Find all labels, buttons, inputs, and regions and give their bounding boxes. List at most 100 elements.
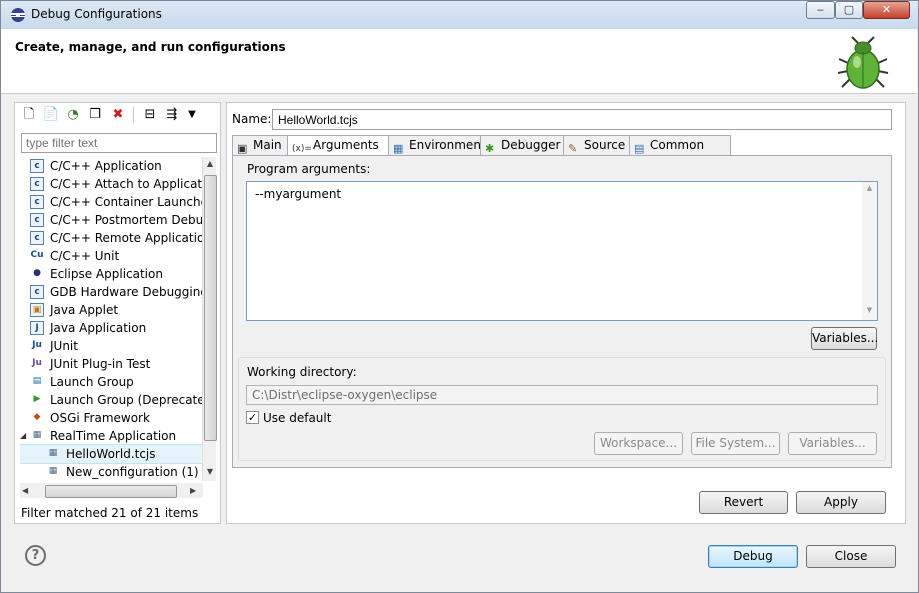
realtime-icon: ▦ — [32, 430, 42, 440]
config-icon: ▦ — [48, 448, 58, 458]
eclipse-icon — [11, 8, 25, 22]
tree-item[interactable]: ▶ Launch Group (Deprecated) — [20, 391, 203, 409]
scroll-down-icon[interactable]: ▼ — [204, 465, 216, 479]
variables-button-2[interactable]: Variables... — [788, 432, 877, 455]
c-icon: c — [30, 177, 44, 191]
tab-arguments-label: Arguments — [313, 138, 379, 152]
tree-item[interactable]: Cu C/C++ Unit — [20, 247, 203, 265]
duplicate-config-icon[interactable]: ❐ — [86, 106, 104, 124]
expand-arrow-icon[interactable]: ◢ — [20, 427, 26, 445]
applet-icon: ▣ — [30, 303, 44, 317]
tree-item-label: C/C++ Unit — [50, 249, 120, 263]
tree-item[interactable]: ▣ Java Applet — [20, 301, 203, 319]
tree-item-label: Eclipse Application — [50, 267, 163, 281]
c-icon: c — [30, 213, 44, 227]
new-config-icon[interactable]: 🗋 — [20, 106, 38, 124]
tree-item-label: OSGi Framework — [50, 411, 150, 425]
close-button[interactable]: Close — [806, 545, 896, 568]
window-title: Debug Configurations — [31, 7, 162, 21]
tree-hscroll-thumb[interactable] — [45, 485, 177, 498]
working-directory-label: Working directory: — [247, 365, 357, 379]
launch-deprecated-icon: ▶ — [33, 394, 41, 404]
toolbar-separator — [133, 107, 134, 123]
scroll-right-icon[interactable]: ▶ — [190, 483, 202, 498]
arguments-scrollbar[interactable]: ▲ ▼ — [862, 182, 877, 320]
help-icon[interactable]: ? — [25, 545, 46, 566]
new-prototype-icon[interactable]: 📄 — [42, 106, 60, 124]
maximize-button[interactable]: ▢ — [835, 1, 863, 19]
tree-child-item[interactable]: ▦ HelloWorld.tcjs — [20, 444, 203, 464]
program-arguments-textarea[interactable]: --myargument — [246, 181, 878, 321]
tree-item-label: Launch Group — [50, 375, 134, 389]
file-system-button[interactable]: File System... — [691, 432, 780, 455]
debug-button[interactable]: Debug — [708, 545, 798, 568]
tab-main-label: Main — [253, 138, 282, 152]
tree-item[interactable]: ● Eclipse Application — [20, 265, 203, 283]
args-scroll-down-icon[interactable]: ▼ — [862, 306, 877, 314]
filter-input[interactable] — [21, 133, 217, 153]
junit-icon: Ju — [32, 340, 42, 350]
workspace-button[interactable]: Workspace... — [594, 432, 683, 455]
tree-item-label: JUnit — [50, 339, 78, 353]
revert-button[interactable]: Revert — [699, 491, 788, 514]
tree-scroll-thumb[interactable] — [204, 175, 217, 441]
tree-vertical-scrollbar[interactable]: ▲ ▼ — [202, 157, 217, 481]
filter-configs-icon[interactable]: ⇶ — [163, 106, 181, 124]
tree-item-label: C/C++ Container Launcher — [50, 195, 203, 209]
tree-item-label: Launch Group (Deprecated) — [50, 393, 203, 407]
apply-button[interactable]: Apply — [796, 491, 886, 514]
minimize-button[interactable]: ‒ — [806, 1, 835, 19]
tree-child-item[interactable]: ▦ New_configuration (1) — [20, 463, 203, 481]
launch-group-icon: ▤ — [32, 376, 42, 386]
tree-item-label: HelloWorld.tcjs — [66, 447, 156, 461]
osgi-icon: ◆ — [33, 412, 41, 422]
bug-icon — [837, 36, 889, 89]
working-directory-input[interactable]: C:\Distr\eclipse-oxygen\eclipse — [246, 385, 878, 405]
tree-item[interactable]: Ju JUnit — [20, 337, 203, 355]
scroll-up-icon[interactable]: ▲ — [204, 157, 216, 171]
tree-item[interactable]: c C/C++ Postmortem Debugger — [20, 211, 203, 229]
collapse-all-icon[interactable]: ⊟ — [141, 106, 159, 124]
variables-button[interactable]: Variables... — [811, 327, 878, 350]
tree-horizontal-scrollbar[interactable]: ◀ ▶ — [20, 483, 203, 498]
tree-item-label: JUnit Plug-in Test — [50, 357, 151, 371]
name-label: Name: — [232, 112, 272, 126]
c-icon: c — [30, 159, 44, 173]
tree-item[interactable]: ▤ Launch Group — [20, 373, 203, 391]
tree-item-label: Java Applet — [50, 303, 119, 317]
use-default-label: Use default — [263, 411, 332, 425]
close-window-button[interactable]: ✕ — [863, 1, 910, 19]
filter-status-text: Filter matched 21 of 21 items — [21, 506, 199, 520]
tree-item[interactable]: Ju JUnit Plug-in Test — [20, 355, 203, 373]
tree-item-label: C/C++ Attach to Application — [50, 177, 203, 191]
c-icon: c — [30, 195, 44, 209]
tree-item-label: C/C++ Remote Application — [50, 231, 203, 245]
tree-item-label: New_configuration (1) — [66, 465, 199, 479]
scroll-left-icon[interactable]: ◀ — [22, 483, 34, 498]
tree-item[interactable]: J Java Application — [20, 319, 203, 337]
use-default-checkbox[interactable]: ✓ — [246, 411, 259, 424]
config-icon: ▦ — [48, 466, 58, 476]
tree-item[interactable]: ◢ ▦ RealTime Application — [20, 427, 203, 445]
java-icon: J — [30, 321, 44, 335]
tree-item[interactable]: c C/C++ Attach to Application — [20, 175, 203, 193]
args-scroll-up-icon[interactable]: ▲ — [862, 184, 877, 192]
export-config-icon[interactable]: ◔ — [64, 106, 82, 124]
tab-common[interactable]: ▤ Common — [629, 135, 731, 156]
tree-item[interactable]: c GDB Hardware Debugging — [20, 283, 203, 301]
eclipse-icon: ● — [33, 268, 41, 278]
delete-config-icon[interactable]: ✖ — [109, 106, 127, 124]
config-tree: c C/C++ Application c C/C++ Attach to Appli… — [20, 157, 203, 482]
config-name-input[interactable] — [272, 109, 892, 130]
junit-plugin-icon: Ju — [32, 358, 42, 368]
tree-item-label: GDB Hardware Debugging — [50, 285, 203, 299]
dialog-header — [1, 29, 917, 94]
tree-item[interactable]: c C/C++ Application — [20, 157, 203, 175]
header-title: Create, manage, and run configurations — [15, 40, 286, 54]
view-menu-chevron-icon[interactable]: ▼ — [183, 106, 201, 124]
cu-icon: Cu — [30, 250, 44, 260]
tree-item[interactable]: ◆ OSGi Framework — [20, 409, 203, 427]
program-arguments-label: Program arguments: — [247, 162, 371, 176]
tree-item[interactable]: c C/C++ Container Launcher — [20, 193, 203, 211]
tree-item[interactable]: c C/C++ Remote Application — [20, 229, 203, 247]
